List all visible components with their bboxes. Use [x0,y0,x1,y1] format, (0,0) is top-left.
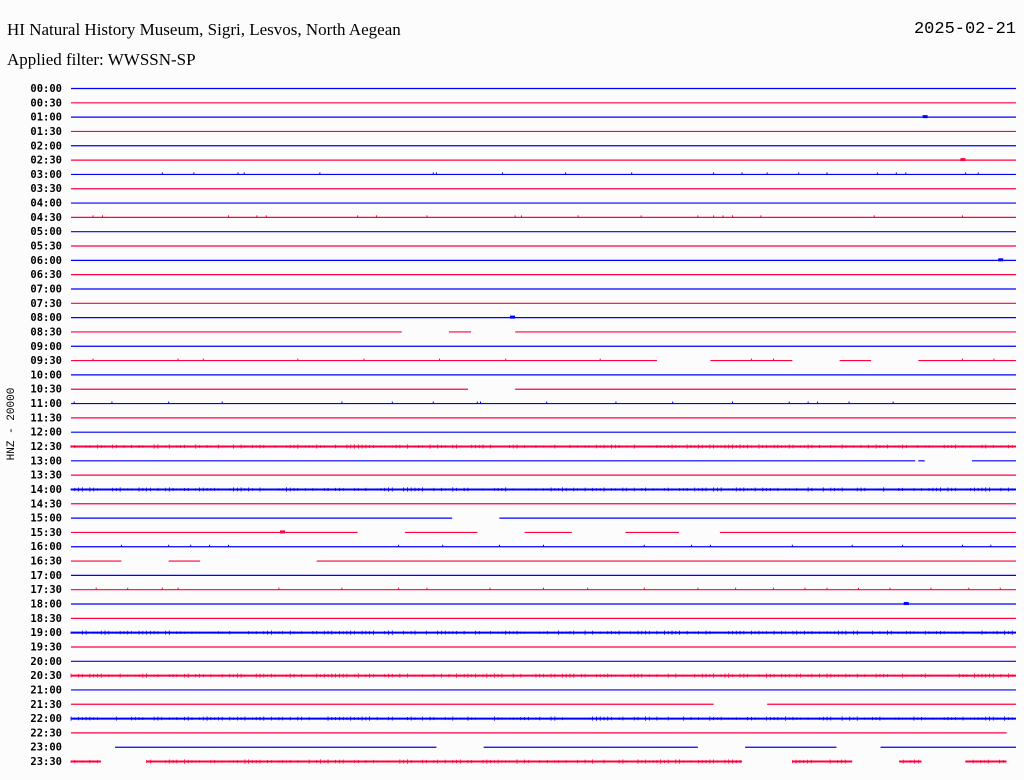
time-tick-label: 11:30 [30,412,62,424]
time-tick-label: 19:30 [30,641,62,653]
time-tick-label: 15:30 [30,527,62,539]
time-tick-label: 01:00 [30,112,62,124]
time-tick-label: 09:30 [30,355,62,367]
time-tick-label: 04:30 [30,212,62,224]
time-tick-label: 08:00 [30,312,62,324]
time-tick-label: 00:30 [30,97,62,109]
time-tick-label: 21:30 [30,699,62,711]
time-tick-label: 21:00 [30,684,62,696]
time-tick-label: 04:00 [30,198,62,210]
time-tick-label: 05:00 [30,226,62,238]
time-tick-label: 05:30 [30,241,62,253]
time-tick-label: 11:00 [30,398,62,410]
time-tick-label: 08:30 [30,326,62,338]
seismic-event [998,258,1004,262]
time-tick-label: 18:00 [30,599,62,611]
time-tick-label: 14:00 [30,484,62,496]
time-tick-label: 07:00 [30,283,62,295]
time-tick-label: 16:00 [30,541,62,553]
time-tick-label: 10:00 [30,369,62,381]
seismic-event [960,158,966,162]
time-tick-label: 06:30 [30,269,62,281]
time-tick-label: 20:00 [30,656,62,668]
time-tick-label: 02:30 [30,155,62,167]
time-tick-label: 23:00 [30,742,62,754]
time-tick-label: 09:00 [30,341,62,353]
seismic-event [280,530,286,534]
time-tick-label: 10:30 [30,384,62,396]
seismic-event [510,315,515,319]
time-tick-label: 14:30 [30,498,62,510]
time-tick-label: 03:30 [30,183,62,195]
time-tick-label: 12:00 [30,427,62,439]
time-tick-label: 19:00 [30,627,62,639]
time-tick-label: 01:30 [30,126,62,138]
time-tick-label: 18:30 [30,613,62,625]
seismic-event [922,115,928,119]
time-tick-label: 13:00 [30,455,62,467]
seismic-event [903,602,909,606]
time-tick-label: 17:30 [30,584,62,596]
time-tick-label: 17:00 [30,570,62,582]
time-tick-label: 07:30 [30,298,62,310]
time-tick-label: 20:30 [30,670,62,682]
time-tick-label: 02:00 [30,140,62,152]
time-tick-label: 06:00 [30,255,62,267]
time-tick-label: 15:00 [30,513,62,525]
time-tick-label: 16:30 [30,556,62,568]
time-tick-label: 22:00 [30,713,62,725]
time-tick-label: 22:30 [30,727,62,739]
time-tick-label: 12:30 [30,441,62,453]
time-tick-label: 00:00 [30,83,62,95]
helicorder-plot: 00:00 00:30 01:00 01:30 02:00 02:30 03:00 03:30… [30,83,1016,768]
time-tick-label: 23:30 [30,756,62,768]
time-tick-label: 13:30 [30,470,62,482]
time-tick-label: 03:00 [30,169,62,181]
